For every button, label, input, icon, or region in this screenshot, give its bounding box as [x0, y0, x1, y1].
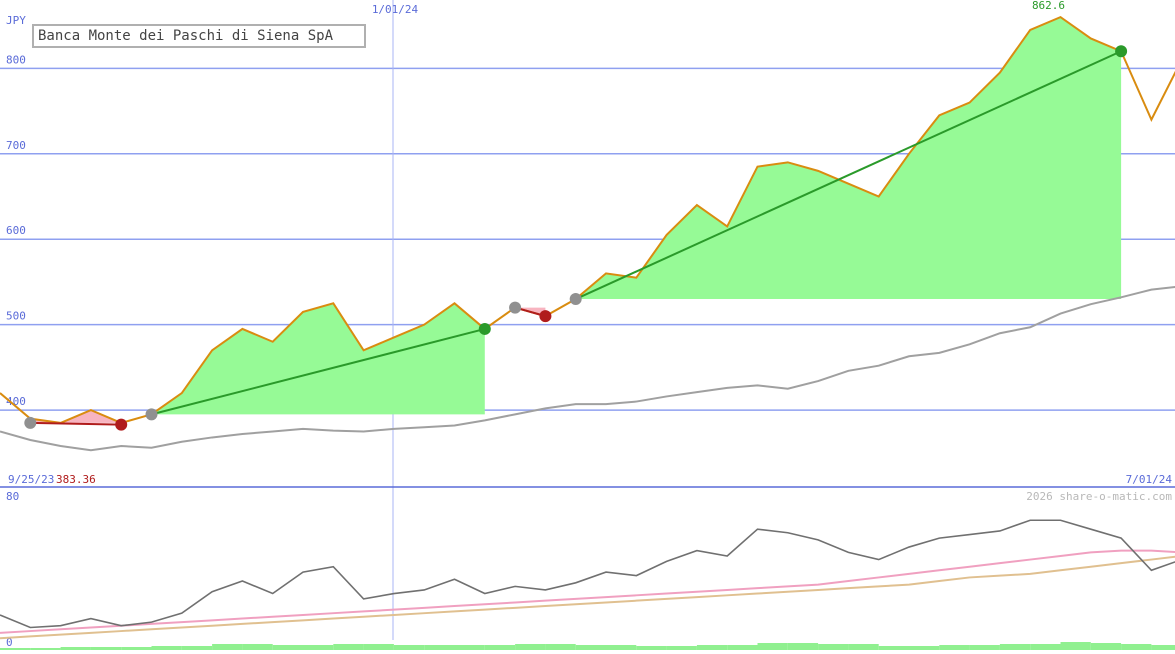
volume-bar-33 [999, 644, 1031, 650]
y-tick-label-800: 800 [6, 53, 26, 66]
volume-bar-15 [454, 645, 485, 650]
volume-bar-22 [666, 646, 697, 650]
chart: 400 500 600 700 800 JPY 1/01/24 9/25/23 7/01/24 3… [0, 0, 1175, 650]
volume-bar-13 [393, 645, 425, 650]
trade-line-0 [30, 421, 122, 426]
volume-bar-36 [1090, 643, 1122, 650]
volume-bar-11 [333, 644, 364, 650]
volume-bar-34 [1030, 644, 1061, 650]
y-tick-label-700: 700 [6, 139, 26, 152]
watermark: 2026 share-o-matic.com [1026, 490, 1172, 503]
indicator-tick-label-80: 80 [6, 490, 19, 503]
volume-bar-9 [272, 645, 303, 650]
volume-bar-23 [696, 645, 728, 650]
trade-entry-marker-0 [24, 416, 37, 429]
y-tick-label-500: 500 [6, 310, 26, 323]
volume-bar-32 [969, 645, 1000, 650]
volume-bar-10 [303, 645, 334, 650]
volume-bar-27 [818, 644, 849, 650]
volume-bar-31 [939, 645, 970, 650]
date-label-end: 7/01/24 [1126, 473, 1173, 486]
volume-bar-26 [787, 643, 819, 650]
volume-bar-30 [909, 646, 940, 650]
trade-exit-marker-2 [539, 310, 552, 323]
volume-bar-25 [757, 643, 788, 650]
trade-exit-marker-3 [1115, 45, 1128, 58]
trade-exit-marker-0 [115, 418, 128, 431]
volume-bar-18 [545, 644, 576, 650]
indicator-line-2 [0, 555, 1175, 640]
trade-entry-marker-1 [145, 408, 158, 421]
volume-bar-17 [515, 644, 546, 650]
indicator-line-1 [0, 549, 1175, 634]
volume-bar-16 [484, 645, 516, 650]
volume-bar-12 [363, 644, 394, 650]
volume-bar-38 [1151, 645, 1175, 650]
volume-bar-21 [636, 646, 667, 650]
trade-entry-marker-3 [569, 293, 582, 306]
volume-bar-37 [1121, 644, 1152, 650]
volume-bar-7 [212, 644, 243, 650]
trade-fill-1 [151, 303, 485, 415]
trade-exit-marker-1 [478, 322, 491, 335]
y-tick-label-600: 600 [6, 224, 26, 237]
volume-bar-19 [575, 645, 606, 650]
volume-bar-24 [727, 645, 758, 650]
volume-bar-14 [424, 645, 455, 650]
volume-bar-35 [1060, 642, 1091, 650]
chart-svg: 400500600700800JPY1/01/249/25/23 7/01/243… [0, 0, 1175, 650]
volume-bar-29 [878, 646, 909, 650]
volume-bar-28 [848, 644, 879, 650]
trade-entry-marker-2 [509, 301, 522, 314]
volume-bar-5 [151, 646, 182, 650]
volume-bar-8 [242, 644, 273, 650]
unit-label: JPY [6, 14, 26, 27]
low-value-label: 383.36 [56, 473, 96, 486]
date-label-start: 9/25/23 [8, 473, 54, 486]
chart-title: Banca Monte dei Paschi di Siena SpA [32, 24, 366, 48]
volume-bar-20 [606, 645, 637, 650]
high-value-label: 862.6 [1032, 0, 1065, 12]
volume-bar-6 [181, 646, 213, 650]
trade-fill-3 [575, 17, 1122, 300]
date-label-mid: 1/01/24 [372, 3, 419, 16]
indicator-line-0 [0, 519, 1175, 629]
